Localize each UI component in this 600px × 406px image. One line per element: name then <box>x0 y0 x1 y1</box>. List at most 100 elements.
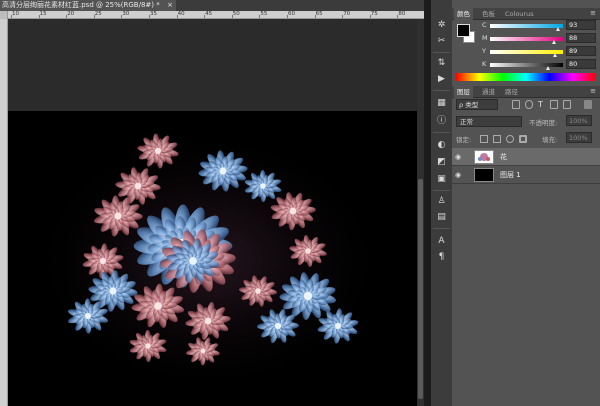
ruler-label: 25 <box>94 11 102 17</box>
tab-colourus[interactable]: Colourus <box>502 8 537 20</box>
cyan-slider-handle[interactable] <box>555 27 560 31</box>
lock-position-icon[interactable] <box>506 135 514 143</box>
ruler-tick <box>176 15 178 18</box>
fill-label: 填充: <box>542 136 558 144</box>
ruler-label: 60 <box>288 11 295 17</box>
color-wheel-icon[interactable]: ◐ <box>433 138 450 152</box>
cyan-row: C 93 % <box>482 20 600 33</box>
play-icon[interactable]: ▶ <box>433 72 450 86</box>
yellow-slider-handle[interactable] <box>552 53 557 57</box>
layer-row-layer1[interactable]: ◉ 图层 1 <box>452 166 600 184</box>
tab-color[interactable]: 颜色 <box>454 8 473 20</box>
black-slider[interactable] <box>490 63 563 67</box>
ruler-origin[interactable] <box>0 11 8 19</box>
ruler-label: 40 <box>177 11 185 17</box>
filter-type-icon[interactable]: T <box>538 100 543 109</box>
opacity-field[interactable]: 100% <box>566 115 592 126</box>
document-canvas[interactable] <box>8 111 417 406</box>
tab-bar-empty <box>176 0 424 11</box>
ruler-label: 55 <box>260 11 268 17</box>
info-scale-icon[interactable]: ⇅ <box>433 56 450 70</box>
layer-filter-select[interactable]: ρ 类型 <box>456 99 498 110</box>
info-icon[interactable]: ⓘ <box>433 114 450 128</box>
black-label: K <box>482 60 487 68</box>
panel-divider[interactable] <box>424 0 431 406</box>
document-tab[interactable]: 高清分层绚丽花素材红蓝.psd @ 25%(RGB/8#) * × <box>0 0 176 11</box>
panel-menu-icon[interactable]: ≡ <box>590 9 596 17</box>
photoshop-window: 高清分层绚丽花素材红蓝.psd @ 25%(RGB/8#) * × 10 15 20… <box>0 0 600 406</box>
close-tab-icon[interactable]: × <box>167 0 173 11</box>
magenta-label: M <box>482 34 488 42</box>
ruler-tick <box>38 15 40 18</box>
clone-source-icon[interactable]: ♙ <box>433 194 450 208</box>
panel-icon-strip: ✲ ✂ ⇅ ▶ ▦ ⓘ ◐ ◩ ▣ ♙ ▤ A ¶ <box>431 0 452 406</box>
opacity-label: 不透明度: <box>529 119 558 127</box>
ruler-tick <box>93 15 95 18</box>
adjust-icon[interactable]: ✂ <box>433 34 450 48</box>
magenta-slider-handle[interactable] <box>552 40 557 44</box>
layers-panel-menu-icon[interactable]: ≡ <box>590 87 596 95</box>
ruler-tick <box>204 15 206 18</box>
ruler-label: 20 <box>67 11 75 17</box>
ruler-label: 15 <box>39 11 47 17</box>
layer-thumbnail-layer1 <box>474 168 494 182</box>
ruler-tick <box>342 15 344 18</box>
ruler-tick <box>231 15 233 18</box>
brush-preset-icon[interactable]: ▣ <box>433 172 450 186</box>
color-panel-tabs: 颜色 色板 Colourus ≡ <box>452 8 600 20</box>
yellow-label: Y <box>482 47 486 55</box>
transform-icon[interactable]: ◩ <box>433 155 450 169</box>
layers-panel-tabs: 图层 通道 路径 ≡ <box>452 86 600 98</box>
lock-label: 锁定: <box>456 136 472 144</box>
ruler-tick <box>287 15 288 18</box>
visibility-eye-icon[interactable]: ◉ <box>455 153 465 161</box>
ruler-tick <box>314 15 316 18</box>
tab-layers[interactable]: 图层 <box>454 86 473 98</box>
cyan-value-field[interactable]: 93 <box>566 20 596 30</box>
lock-pixels-icon[interactable] <box>493 135 501 143</box>
ruler-tick <box>259 15 261 18</box>
ruler-label: 70 <box>343 11 351 17</box>
blend-mode-select[interactable]: 正常 <box>456 116 522 127</box>
ruler-tick <box>121 15 123 18</box>
paragraph-icon[interactable]: ¶ <box>433 250 450 264</box>
history-brush-icon[interactable]: ✲ <box>433 18 450 32</box>
layer-row-flower[interactable]: ◉ 花 <box>452 148 600 166</box>
layer-comp-icon[interactable]: ▦ <box>433 96 450 110</box>
layer-name-layer1[interactable]: 图层 1 <box>500 170 521 180</box>
visibility-eye-icon[interactable]: ◉ <box>455 171 465 179</box>
filter-adjustment-icon[interactable] <box>525 100 533 109</box>
ruler-label: 50 <box>232 11 240 17</box>
layer-thumbnail-flower <box>474 150 494 164</box>
horizontal-ruler[interactable]: 10 15 20 25 30 35 40 45 50 55 60 65 70 75 80 <box>0 11 424 19</box>
ruler-label: 65 <box>315 11 323 17</box>
filter-smartobject-icon[interactable] <box>563 100 571 109</box>
tab-paths[interactable]: 路径 <box>502 86 521 98</box>
fill-field[interactable]: 100% <box>566 132 592 143</box>
lock-transparency-icon[interactable] <box>480 135 488 143</box>
vertical-scrollbar[interactable] <box>417 19 424 406</box>
filter-shape-icon[interactable] <box>550 100 558 109</box>
magenta-value-field[interactable]: 88 <box>566 33 596 43</box>
cyan-label: C <box>482 21 487 29</box>
document-tab-title: 高清分层绚丽花素材红蓝.psd @ 25%(RGB/8#) * <box>2 1 160 9</box>
cyan-slider[interactable] <box>490 24 563 28</box>
filter-pixel-icon[interactable] <box>512 100 520 109</box>
character-icon[interactable]: A <box>433 234 450 248</box>
scrollbar-thumb[interactable] <box>418 179 423 399</box>
black-slider-handle[interactable] <box>546 66 551 70</box>
layers-list: ◉ 花 ◉ 图层 1 <box>452 148 600 406</box>
ruler-tick <box>149 15 150 18</box>
yellow-value-field[interactable]: 89 <box>566 46 596 56</box>
tab-swatches[interactable]: 色板 <box>479 8 498 20</box>
color-spectrum-bar[interactable] <box>456 73 596 81</box>
foreground-color-swatch[interactable] <box>457 24 470 37</box>
layer-name-flower[interactable]: 花 <box>500 152 507 162</box>
filter-toggle-icon[interactable] <box>584 100 592 109</box>
lock-all-icon[interactable] <box>519 135 527 143</box>
tab-channels[interactable]: 通道 <box>479 86 498 98</box>
black-value-field[interactable]: 80 <box>566 59 596 69</box>
ruler-label: 30 <box>122 11 130 17</box>
vertical-ruler[interactable] <box>0 19 8 406</box>
paragraph-style-icon[interactable]: ▤ <box>433 210 450 224</box>
